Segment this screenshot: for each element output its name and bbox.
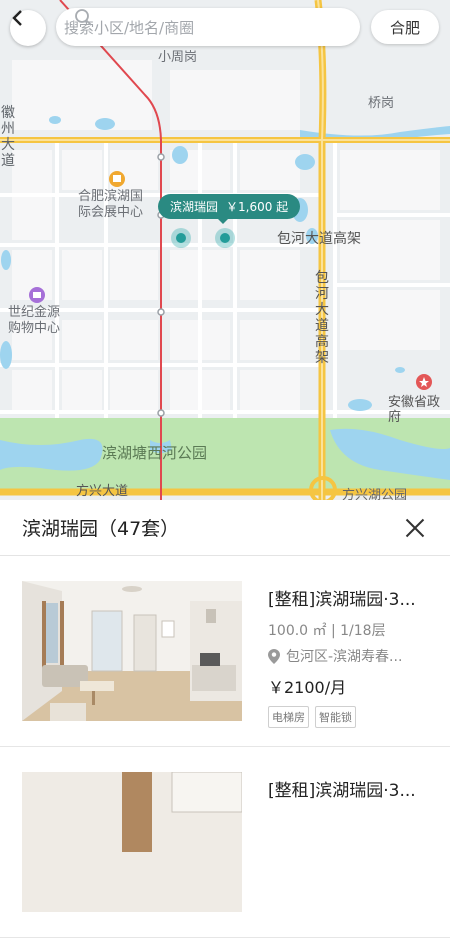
map-label-fangxing-park: 方兴湖公园: [342, 488, 408, 500]
tag-smart-lock: 智能锁: [315, 706, 356, 728]
map-label-baohe-h: 包河大道高架: [277, 231, 361, 247]
listing-card[interactable]: [整租]滨湖瑞园·3... 100.0 ㎡ | 1/18层 包河区-滨湖寿春..…: [0, 556, 450, 747]
chevron-left-icon: [12, 10, 22, 26]
map-label-xiaozhougang: 小周岗: [158, 50, 198, 65]
map-marker[interactable]: [171, 228, 191, 248]
map-view[interactable]: 小周岗 桥岗 徽州大道 合肥滨湖国际会展中心 世纪金源购物中心 包河大道高架 包…: [0, 0, 450, 500]
listing-title: [整租]滨湖瑞园·3...: [268, 590, 416, 610]
listing-card[interactable]: [整租]滨湖瑞园·3...: [0, 747, 450, 938]
pin-name: 滨湖瑞园: [170, 200, 219, 214]
map-label-baohe-v: 包河大道高架: [315, 270, 329, 366]
listing-meta: 100.0 ㎡ | 1/18层: [268, 623, 386, 639]
map-label-fangxing: 方兴大道: [76, 484, 129, 499]
listing-location: 包河区-滨湖寿春...: [268, 646, 438, 666]
map-label-expo: 合肥滨湖国际会展中心: [78, 189, 144, 220]
tag-elevator: 电梯房: [268, 706, 309, 728]
close-icon[interactable]: [400, 513, 430, 543]
back-button[interactable]: [10, 10, 46, 46]
search-input[interactable]: 搜索小区/地名/商圈: [56, 8, 360, 46]
map-pin-tooltip[interactable]: 滨湖瑞园 ￥1,600 起: [158, 194, 301, 224]
listing-photo: [22, 772, 242, 912]
map-marker-selected[interactable]: [215, 228, 235, 248]
listing-info: [整租]滨湖瑞园·3... 100.0 ㎡ | 1/18层 包河区-滨湖寿春..…: [268, 585, 438, 728]
location-pin-icon: [268, 648, 280, 664]
listing-price: ￥2100/月: [268, 678, 347, 697]
map-canvas[interactable]: [0, 0, 450, 500]
listing-tags: 电梯房 智能锁: [268, 706, 438, 728]
pin-price: ￥1,600 起: [226, 200, 289, 214]
listing-info: [整租]滨湖瑞园·3...: [268, 776, 438, 801]
sheet-title: 滨湖瑞园（47套）: [22, 518, 180, 540]
listing-title: [整租]滨湖瑞园·3...: [268, 781, 416, 801]
listing-sheet: 滨湖瑞园（47套） [整租]滨湖瑞园·3... 100.0 ㎡ | 1/18层 …: [0, 500, 450, 938]
map-label-park: 滨湖塘西河公园: [102, 444, 208, 462]
sheet-header: 滨湖瑞园（47套）: [0, 500, 450, 556]
map-label-anhui-gov: 安徽省政府: [388, 395, 441, 425]
listing-photo: [22, 581, 242, 721]
city-selector[interactable]: 合肥: [371, 10, 439, 44]
search-icon: [75, 9, 92, 26]
map-label-shiji: 世纪金源购物中心: [8, 305, 61, 336]
map-label-huizhou: 徽州大道: [1, 105, 15, 169]
map-label-qiaogang: 桥岗: [368, 96, 395, 111]
listing-location-text: 包河区-滨湖寿春...: [286, 649, 403, 665]
